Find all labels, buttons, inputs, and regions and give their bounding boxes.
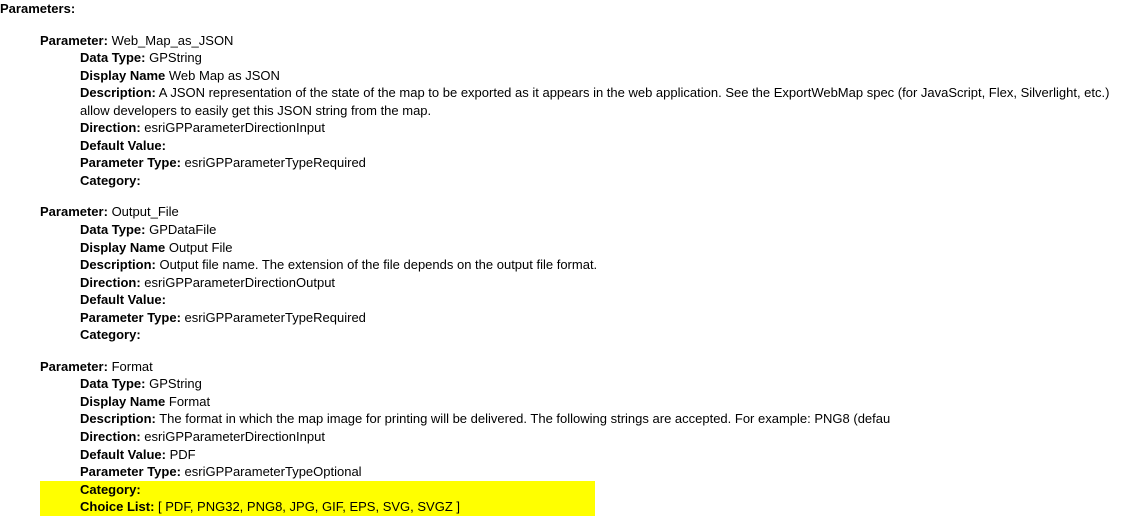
label: Display Name [80, 394, 165, 409]
label: Description: [80, 257, 156, 272]
label: Category: [80, 173, 141, 188]
parameter-header: Parameter: Output_File [40, 203, 1126, 221]
value: esriGPParameterTypeRequired [185, 310, 366, 325]
label: Parameter Type: [80, 155, 181, 170]
label: Direction: [80, 120, 141, 135]
parameter-block: Parameter: Format Data Type: GPString Di… [40, 358, 1126, 516]
field-choice-list-highlight: Choice List: [ PDF, PNG32, PNG8, JPG, GI… [80, 498, 1126, 516]
label: Default Value: [80, 138, 166, 153]
label: Display Name [80, 240, 165, 255]
field-direction: Direction: esriGPParameterDirectionOutpu… [80, 274, 1126, 292]
value: PDF [170, 447, 196, 462]
field-category: Category: [80, 326, 1126, 344]
field-description: Description: A JSON representation of th… [80, 84, 1126, 119]
value: Output File [169, 240, 233, 255]
value: [ PDF, PNG32, PNG8, JPG, GIF, EPS, SVG, … [158, 499, 460, 514]
field-data-type: Data Type: GPString [80, 49, 1126, 67]
label: Description: [80, 85, 156, 100]
field-parameter-type: Parameter Type: esriGPParameterTypeRequi… [80, 309, 1126, 327]
highlighted-row: Category: [40, 481, 595, 499]
section-title: Parameters: [0, 0, 1126, 18]
value: esriGPParameterDirectionInput [144, 429, 325, 444]
parameter-label: Parameter: [40, 33, 108, 48]
label: Direction: [80, 429, 141, 444]
parameter-name: Web_Map_as_JSON [112, 33, 234, 48]
label: Direction: [80, 275, 141, 290]
value: A JSON representation of the state of th… [80, 85, 1109, 118]
value: esriGPParameterDirectionOutput [144, 275, 335, 290]
field-default-value: Default Value: [80, 137, 1126, 155]
field-data-type: Data Type: GPDataFile [80, 221, 1126, 239]
field-parameter-type: Parameter Type: esriGPParameterTypeRequi… [80, 154, 1126, 172]
value: Output file name. The extension of the f… [159, 257, 597, 272]
field-parameter-type: Parameter Type: esriGPParameterTypeOptio… [80, 463, 1126, 481]
field-direction: Direction: esriGPParameterDirectionInput [80, 119, 1126, 137]
parameter-header: Parameter: Format [40, 358, 1126, 376]
field-default-value: Default Value: PDF [80, 446, 1126, 464]
value: Format [169, 394, 210, 409]
parameter-label: Parameter: [40, 204, 108, 219]
field-direction: Direction: esriGPParameterDirectionInput [80, 428, 1126, 446]
label: Data Type: [80, 50, 146, 65]
field-default-value: Default Value: [80, 291, 1126, 309]
field-data-type: Data Type: GPString [80, 375, 1126, 393]
field-display-name: Display Name Output File [80, 239, 1126, 257]
label: Default Value: [80, 447, 166, 462]
parameter-name: Output_File [112, 204, 179, 219]
parameters-doc: Parameters: Parameter: Web_Map_as_JSON D… [0, 0, 1126, 516]
label: Parameter Type: [80, 464, 181, 479]
value: esriGPParameterTypeOptional [185, 464, 362, 479]
parameter-block: Parameter: Output_File Data Type: GPData… [40, 203, 1126, 343]
value: esriGPParameterDirectionInput [144, 120, 325, 135]
label: Choice List: [80, 499, 154, 514]
label: Category: [80, 327, 141, 342]
value: The format in which the map image for pr… [159, 411, 890, 426]
field-description: Description: Output file name. The exten… [80, 256, 1126, 274]
field-category-highlight: Category: [80, 481, 1126, 499]
field-category: Category: [80, 172, 1126, 190]
value: esriGPParameterTypeRequired [185, 155, 366, 170]
parameter-name: Format [112, 359, 153, 374]
field-description: Description: The format in which the map… [80, 410, 1126, 428]
value: GPDataFile [149, 222, 216, 237]
label: Data Type: [80, 222, 146, 237]
field-display-name: Display Name Web Map as JSON [80, 67, 1126, 85]
label: Data Type: [80, 376, 146, 391]
label: Category: [80, 482, 141, 497]
parameter-header: Parameter: Web_Map_as_JSON [40, 32, 1126, 50]
parameter-block: Parameter: Web_Map_as_JSON Data Type: GP… [40, 32, 1126, 190]
label: Parameter Type: [80, 310, 181, 325]
field-display-name: Display Name Format [80, 393, 1126, 411]
label: Description: [80, 411, 156, 426]
value: GPString [149, 376, 202, 391]
value: Web Map as JSON [169, 68, 280, 83]
parameter-label: Parameter: [40, 359, 108, 374]
label: Default Value: [80, 292, 166, 307]
highlighted-row: Choice List: [ PDF, PNG32, PNG8, JPG, GI… [40, 498, 595, 516]
value: GPString [149, 50, 202, 65]
label: Display Name [80, 68, 165, 83]
